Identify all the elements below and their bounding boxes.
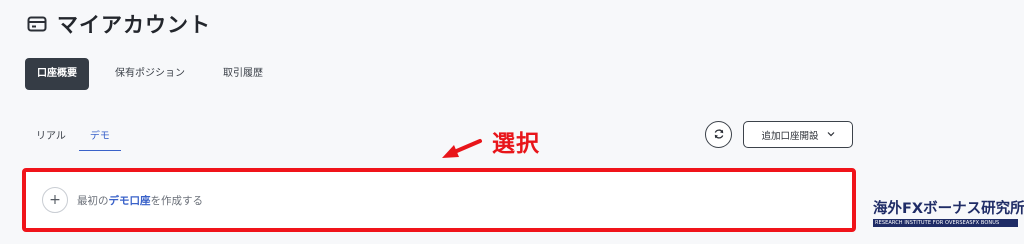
annotation-label: 選択 [492, 131, 540, 157]
watermark-logo: 海外FXボーナス研究所 RESEARCH INSTITUTE FOR OVERS… [873, 200, 1024, 227]
tab-demo[interactable]: デモ [78, 121, 121, 151]
refresh-icon [713, 125, 725, 144]
create-demo-suffix: を作成する [150, 194, 204, 207]
account-tabs: 口座概要 保有ポジション 取引履歴 [25, 58, 289, 90]
create-demo-text: 最初のデモ口座を作成する [77, 193, 203, 208]
tab-account-overview[interactable]: 口座概要 [25, 58, 89, 90]
page-header: マイアカウント [27, 9, 211, 39]
plus-icon: + [42, 187, 68, 213]
chevron-down-icon [827, 130, 835, 139]
account-type-tabs: リアル デモ [25, 121, 123, 151]
add-account-label: 追加口座開設 [761, 130, 819, 142]
refresh-button[interactable] [705, 121, 732, 148]
create-demo-prefix: 最初の [77, 194, 109, 207]
logo-sub-text: RESEARCH INSTITUTE FOR OVERSEASFX BONUS [873, 219, 1018, 227]
page-title: マイアカウント [57, 13, 211, 37]
logo-main-text: 海外FXボーナス研究所 [873, 201, 1024, 217]
my-account-page: マイアカウント 口座概要 保有ポジション 取引履歴 リアル デモ 選択 追加口座… [0, 0, 1024, 244]
create-demo-emphasis: デモ口座 [108, 194, 151, 207]
add-account-button[interactable]: 追加口座開設 [743, 121, 853, 148]
annotation-arrow-icon [442, 139, 482, 158]
create-demo-account-button[interactable]: + 最初のデモ口座を作成する [42, 187, 203, 213]
tab-real[interactable]: リアル [25, 121, 77, 151]
tab-open-positions[interactable]: 保有ポジション [103, 58, 197, 90]
tab-trade-history[interactable]: 取引履歴 [211, 58, 275, 90]
credit-card-icon [27, 16, 47, 32]
demo-account-highlight: + 最初のデモ口座を作成する [22, 168, 856, 232]
